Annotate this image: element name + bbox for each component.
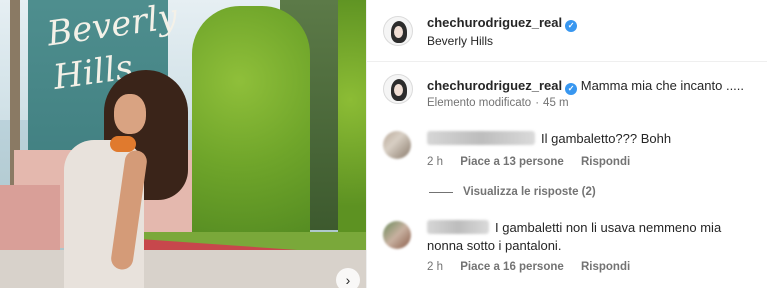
comment-time[interactable]: 2 h <box>427 156 443 168</box>
photo-hedge-right <box>338 0 366 250</box>
reply-button[interactable]: Rispondi <box>581 261 630 273</box>
blurred-username[interactable] <box>427 131 535 145</box>
photo-building-base-left <box>0 185 60 255</box>
caption-time[interactable]: 45 m <box>543 97 569 109</box>
post-side-panel: chechurodriguez_real ✓ Beverly Hills chec… <box>366 0 767 288</box>
comment-meta: 2 h Piace a 16 persone Rispondi <box>427 261 644 273</box>
blurred-username[interactable] <box>427 220 489 234</box>
replies-divider <box>429 191 453 193</box>
photo-woman-face <box>114 94 146 134</box>
post-location[interactable]: Beverly Hills <box>427 34 493 48</box>
caption-username[interactable]: chechurodriguez_real <box>427 78 562 93</box>
caption-avatar[interactable] <box>383 74 413 104</box>
comment: I gambaletti non li usava nemmeno mia no… <box>427 219 757 255</box>
author-username[interactable]: chechurodriguez_real <box>427 15 562 30</box>
photo-hedge <box>192 6 310 256</box>
caption-meta: Elemento modificato · 45 m <box>427 97 569 109</box>
photo-road <box>0 250 366 288</box>
comment-likes[interactable]: Piace a 16 persone <box>460 261 564 273</box>
carousel-next-button[interactable]: › <box>336 268 360 288</box>
comment-text: Il gambaletto??? Bohh <box>541 131 672 146</box>
caption-text: Mamma mia che incanto ..... <box>580 78 745 93</box>
reply-button[interactable]: Rispondi <box>581 156 630 168</box>
photo-scarf <box>110 136 136 152</box>
view-replies-button[interactable]: Visualizza le risposte (2) <box>429 186 596 198</box>
chevron-right-icon: › <box>345 272 351 288</box>
comment-avatar[interactable] <box>383 221 411 249</box>
caption: chechurodriguez_real ✓ Mamma mia che inca… <box>427 77 757 95</box>
author-line: chechurodriguez_real ✓ <box>427 14 578 32</box>
comment-time[interactable]: 2 h <box>427 261 443 273</box>
caption-edited-label: Elemento modificato <box>427 97 532 109</box>
verified-badge-icon: ✓ <box>565 83 578 95</box>
comment-meta: 2 h Piace a 13 persone Rispondi <box>427 156 644 168</box>
comment: Il gambaletto??? Bohh <box>427 130 757 148</box>
verified-badge-icon: ✓ <box>565 20 578 32</box>
comment-likes[interactable]: Piace a 13 persone <box>460 156 564 168</box>
view-replies-label: Visualizza le risposte (2) <box>463 186 596 198</box>
comment-avatar[interactable] <box>383 131 411 159</box>
post-photo[interactable]: Beverly Hills › <box>0 0 366 288</box>
author-avatar[interactable] <box>383 16 413 46</box>
post-header: chechurodriguez_real ✓ Beverly Hills <box>367 0 767 62</box>
